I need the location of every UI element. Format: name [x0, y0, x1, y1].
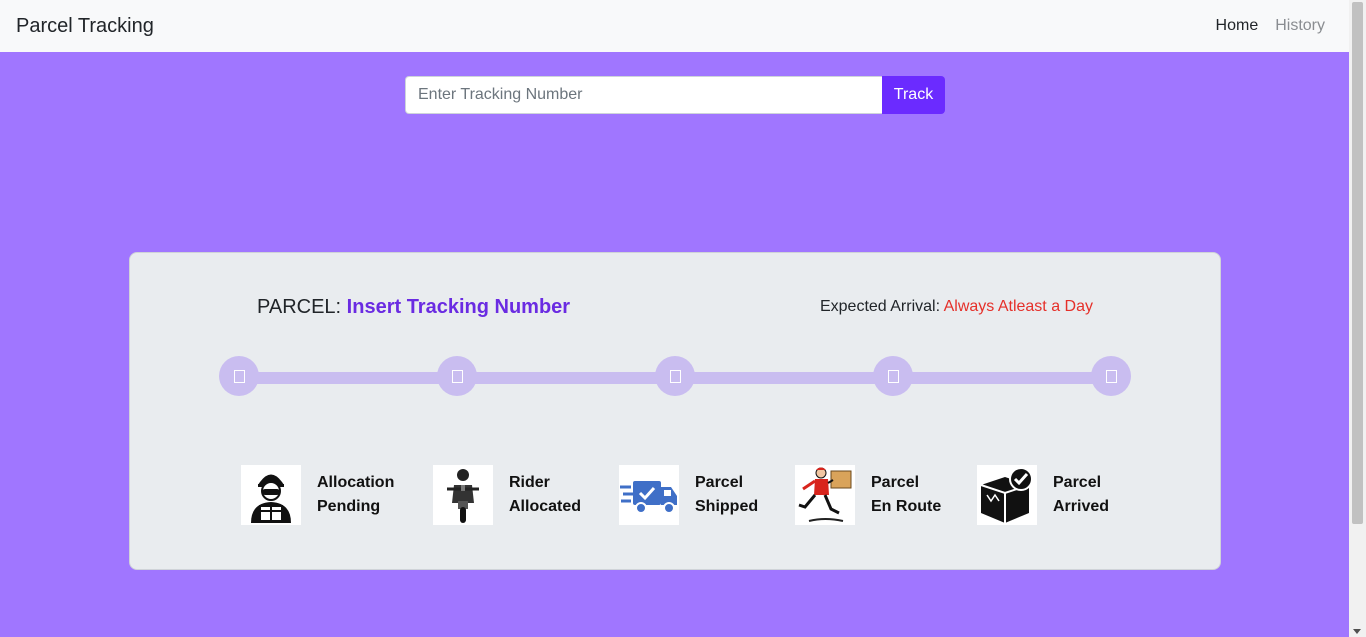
page-scrollbar[interactable] [1349, 0, 1366, 637]
step-placeholder-icon [451, 369, 463, 383]
stage-parcel-arrived: Parcel Arrived [977, 465, 1109, 525]
tracking-card: PARCEL: Insert Tracking Number Expected … [129, 252, 1221, 570]
stage-label-line1: Parcel [871, 474, 920, 491]
stage-label-line1: Parcel [695, 474, 744, 491]
stage-label-line1: Parcel [1053, 474, 1102, 491]
delivery-truck-icon [619, 465, 679, 525]
stage-label-line2: Allocated [509, 498, 582, 515]
stage-label-line2: Arrived [1053, 498, 1110, 515]
step-placeholder-icon [669, 369, 681, 383]
arrival-value: Always Atleast a Day [943, 298, 1093, 315]
courier-with-box-icon [241, 465, 301, 525]
stage-allocation-pending: Allocation Pending [241, 465, 394, 525]
stage-parcel-shipped: Parcel Shipped [619, 465, 758, 525]
progress-step-2 [437, 356, 477, 396]
step-placeholder-icon [887, 369, 899, 383]
stage-label: Parcel En Route [871, 471, 941, 519]
stage-label-line2: Pending [317, 498, 381, 515]
parcel-label: PARCEL: [257, 296, 342, 318]
track-button[interactable]: Track [882, 76, 945, 114]
nav-links: Home History [1216, 17, 1325, 35]
nav-link-history[interactable]: History [1275, 17, 1325, 35]
tracking-search: Track [405, 76, 945, 114]
stage-label: Allocation Pending [317, 471, 394, 519]
navbar: Parcel Tracking Home History [0, 0, 1349, 52]
stage-label-line1: Allocation [317, 474, 395, 491]
progress-step-5 [1091, 356, 1131, 396]
stage-parcel-en-route: Parcel En Route [795, 465, 941, 525]
stage-label-line2: En Route [871, 498, 942, 515]
motorcycle-rider-icon [433, 465, 493, 525]
arrival-label: Expected Arrival: [819, 298, 941, 315]
step-placeholder-icon [1105, 369, 1117, 383]
stage-label-line1: Rider [509, 474, 550, 491]
box-checkmark-icon [977, 465, 1037, 525]
brand-title[interactable]: Parcel Tracking [16, 15, 154, 38]
progress-step-3 [655, 356, 695, 396]
parcel-heading: PARCEL: Insert Tracking Number [257, 296, 570, 319]
stage-rider-allocated: Rider Allocated [433, 465, 581, 525]
nav-link-home[interactable]: Home [1216, 17, 1259, 35]
stage-label: Rider Allocated [509, 471, 581, 519]
running-courier-icon [795, 465, 855, 525]
stage-label: Parcel Arrived [1053, 471, 1109, 519]
scrollbar-thumb[interactable] [1352, 2, 1363, 524]
step-placeholder-icon [233, 369, 245, 383]
stage-label-line2: Shipped [695, 498, 759, 515]
expected-arrival: Expected Arrival: Always Atleast a Day [820, 298, 1093, 316]
progress-step-4 [873, 356, 913, 396]
stage-label: Parcel Shipped [695, 471, 758, 519]
tracking-number-input[interactable] [405, 76, 882, 114]
parcel-tracking-value: Insert Tracking Number [346, 296, 571, 318]
scroll-down-arrow-icon[interactable] [1353, 629, 1361, 634]
progress-step-1 [219, 356, 259, 396]
